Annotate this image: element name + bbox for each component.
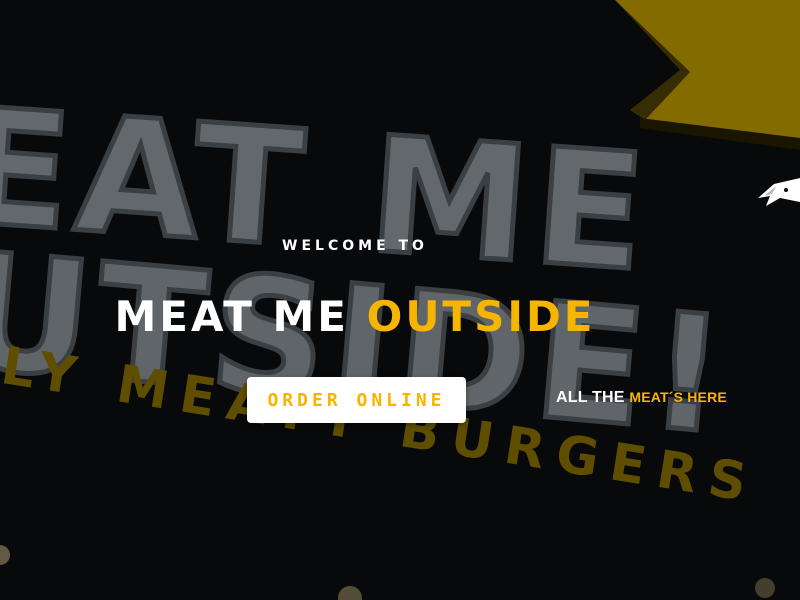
bird-logo-icon[interactable] — [756, 172, 800, 216]
tagline: ALL THE MEAT´S HERE — [556, 389, 727, 407]
order-online-button[interactable]: Order online — [247, 377, 466, 423]
tagline-yellow: MEAT´S HERE — [629, 389, 727, 405]
tagline-white: ALL THE — [556, 389, 625, 406]
welcome-text: Welcome to — [282, 238, 428, 254]
hero-title-yellow: Outside — [366, 292, 596, 341]
order-online-label: Order online — [267, 389, 446, 411]
hero-section: EAT ME UTSIDE! LY MEATY BURGERS Welcome … — [0, 0, 800, 600]
hero-title: Meat Me Outside — [0, 292, 710, 341]
hero-title-white: Meat Me — [114, 292, 349, 341]
